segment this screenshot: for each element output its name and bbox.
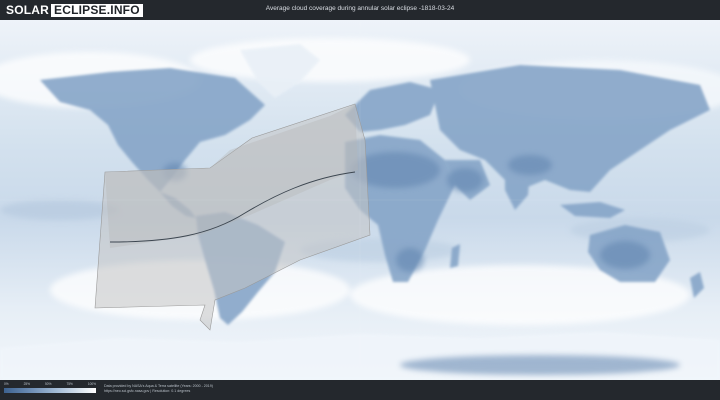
world-map-svg (0, 20, 720, 380)
cloud-coverage-map[interactable] (0, 20, 720, 380)
credit-line-2[interactable]: https://neo.sci.gsfc.nasa.gov | Resoluti… (104, 389, 213, 394)
legend-tick-100: 100% (87, 382, 96, 386)
bottom-bar: 0% 25% 50% 75% 100% Data provided by NAS… (0, 380, 720, 400)
legend-ticks: 0% 25% 50% 75% 100% (4, 382, 96, 387)
legend-tick-0: 0% (4, 382, 9, 386)
map-title: Average cloud coverage during annular so… (265, 5, 455, 12)
legend-tick-50: 50% (45, 382, 52, 386)
legend-tick-25: 25% (23, 382, 31, 386)
cloud-coverage-legend-bar (4, 388, 96, 393)
top-bar: SOLAR ECLIPSE.INFO Average cloud coverag… (0, 0, 720, 20)
legend-tick-75: 75% (66, 382, 73, 386)
data-credit: Data provided by NASA's Aqua & Terra sat… (104, 384, 213, 394)
